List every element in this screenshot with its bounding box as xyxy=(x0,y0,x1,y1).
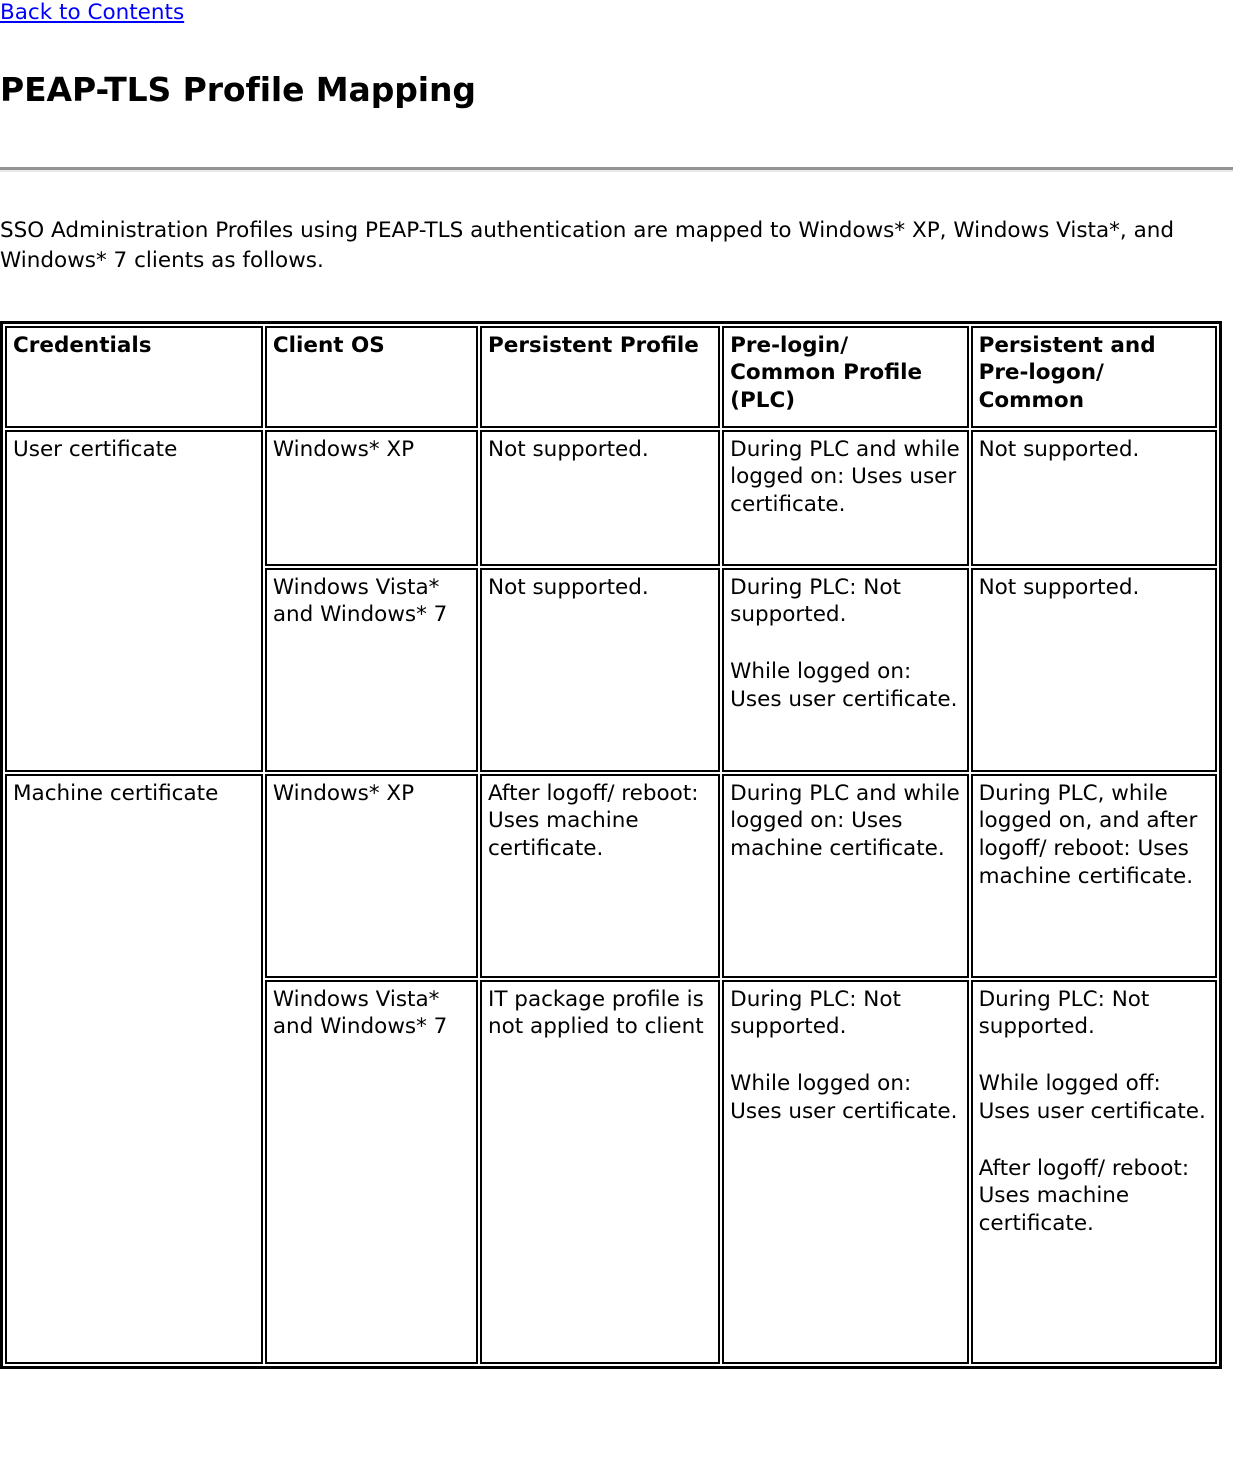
cell-client-os: Windows* XP xyxy=(264,773,478,978)
cell-persistent-prelogon: Not supported. xyxy=(970,567,1217,772)
intro-paragraph: SSO Administration Profiles using PEAP-T… xyxy=(0,217,1175,274)
column-header-persistent-profile: Persistent Profile xyxy=(479,325,721,428)
table-row: User certificate Windows* XP Not support… xyxy=(5,429,1217,772)
back-to-contents-link[interactable]: Back to Contents xyxy=(0,0,184,25)
cell-credentials-user-certificate: User certificate xyxy=(5,429,263,772)
table-header-row: Credentials Client OS Persistent Profile… xyxy=(5,325,1217,428)
cell-plc: During PLC and while logged on: Uses mac… xyxy=(722,773,969,978)
page-title: PEAP-TLS Profile Mapping xyxy=(0,69,476,109)
cell-paragraph: While logged on: Uses user certificate. xyxy=(730,1071,958,1124)
column-header-client-os: Client OS xyxy=(264,325,478,428)
cell-persistent-prelogon: During PLC: Not supported. While logged … xyxy=(970,979,1217,1364)
cell-persistent-profile: IT package profile is not applied to cli… xyxy=(479,979,721,1364)
document-page: Back to Contents PEAP-TLS Profile Mappin… xyxy=(0,0,1233,1369)
cell-paragraph: During PLC and while logged on: Uses use… xyxy=(730,436,960,518)
cell-plc: During PLC: Not supported. While logged … xyxy=(722,979,969,1364)
column-header-persistent-prelogon: Persistent and Pre-logon/ Common xyxy=(970,325,1217,428)
cell-persistent-prelogon: During PLC, while logged on, and after l… xyxy=(970,773,1217,978)
cell-paragraph: While logged off: Uses user certificate. xyxy=(978,1071,1206,1124)
horizontal-divider xyxy=(0,166,1233,172)
cell-client-os: Windows* XP xyxy=(264,429,478,566)
cell-paragraph: Not supported. xyxy=(487,436,649,462)
cell-paragraph: Not supported. xyxy=(978,574,1140,600)
column-header-plc: Pre-login/ Common Profile (PLC) xyxy=(722,325,969,428)
cell-paragraph: During PLC: Not supported. xyxy=(978,986,1150,1040)
cell-plc: During PLC and while logged on: Uses use… xyxy=(722,429,969,566)
cell-paragraph: Not supported. xyxy=(978,436,1140,462)
breadcrumb: Back to Contents xyxy=(0,0,1233,25)
cell-credentials-machine-certificate: Machine certificate xyxy=(5,773,263,1364)
cell-paragraph: After logoff/ reboot: Uses machine certi… xyxy=(487,780,699,862)
cell-persistent-profile: After logoff/ reboot: Uses machine certi… xyxy=(479,773,721,978)
cell-client-os: Windows Vista* and Windows* 7 xyxy=(264,567,478,772)
cell-paragraph: After logoff/ reboot: Uses machine certi… xyxy=(978,1155,1190,1237)
cell-persistent-profile: Not supported. xyxy=(479,567,721,772)
cell-paragraph: During PLC and while logged on: Uses mac… xyxy=(730,780,960,862)
cell-client-os: Windows Vista* and Windows* 7 xyxy=(264,979,478,1364)
cell-paragraph: While logged on: Uses user certificate. xyxy=(730,659,958,712)
cell-paragraph: During PLC: Not supported. xyxy=(730,986,901,1040)
cell-plc: During PLC: Not supported. While logged … xyxy=(722,567,969,772)
cell-paragraph: Not supported. xyxy=(487,574,649,600)
cell-paragraph: During PLC: Not supported. xyxy=(730,574,901,628)
peap-tls-profile-mapping-table: Credentials Client OS Persistent Profile… xyxy=(0,320,1222,1369)
cell-persistent-profile: Not supported. xyxy=(479,429,721,566)
cell-paragraph: During PLC, while logged on, and after l… xyxy=(978,780,1198,889)
cell-persistent-prelogon: Not supported. xyxy=(970,429,1217,566)
profile-mapping-table-container: Credentials Client OS Persistent Profile… xyxy=(0,320,1233,1369)
cell-paragraph: IT package profile is not applied to cli… xyxy=(487,986,704,1040)
table-row: Machine certificate Windows* XP After lo… xyxy=(5,773,1217,1364)
column-header-credentials: Credentials xyxy=(5,325,263,428)
